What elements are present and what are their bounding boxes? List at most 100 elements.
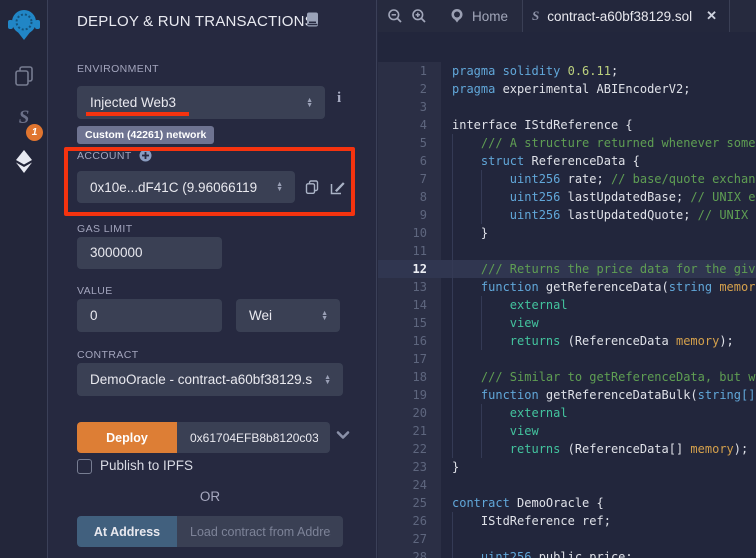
edit-account-icon[interactable]: [328, 178, 346, 196]
code-line[interactable]: 20 external: [378, 404, 756, 422]
code-line[interactable]: 17: [378, 350, 756, 368]
code-text[interactable]: [441, 530, 756, 548]
code-line[interactable]: 4interface IStdReference {: [378, 116, 756, 134]
code-line[interactable]: 7 uint256 rate; // base/quote exchange r…: [378, 170, 756, 188]
line-number[interactable]: 6: [378, 152, 441, 170]
line-number[interactable]: 13: [378, 278, 441, 296]
line-number[interactable]: 21: [378, 422, 441, 440]
code-line[interactable]: 10 }: [378, 224, 756, 242]
line-number[interactable]: 8: [378, 188, 441, 206]
code-line[interactable]: 2pragma experimental ABIEncoderV2;: [378, 80, 756, 98]
code-text[interactable]: view: [441, 422, 756, 440]
line-number[interactable]: 20: [378, 404, 441, 422]
code-line[interactable]: 15 view: [378, 314, 756, 332]
line-number[interactable]: 16: [378, 332, 441, 350]
line-number[interactable]: 23: [378, 458, 441, 476]
deploy-constructor-arg-input[interactable]: [177, 422, 330, 453]
code-text[interactable]: pragma experimental ABIEncoderV2;: [441, 80, 756, 98]
code-line[interactable]: 3: [378, 98, 756, 116]
code-text[interactable]: /// Returns the price data for the given…: [441, 260, 756, 278]
line-number[interactable]: 12: [378, 260, 441, 278]
line-number[interactable]: 15: [378, 314, 441, 332]
info-icon[interactable]: i: [337, 90, 341, 107]
code-text[interactable]: }: [441, 458, 756, 476]
publish-ipfs-checkbox[interactable]: [77, 459, 92, 474]
code-line[interactable]: 5 /// A structure returned whenever some…: [378, 134, 756, 152]
code-line[interactable]: 12 /// Returns the price data for the gi…: [378, 260, 756, 278]
code-line[interactable]: 8 uint256 lastUpdatedBase; // UNIX epoch…: [378, 188, 756, 206]
close-tab-icon[interactable]: ✕: [706, 8, 717, 24]
line-number[interactable]: 24: [378, 476, 441, 494]
value-input[interactable]: [77, 299, 222, 332]
documentation-book-icon[interactable]: [304, 11, 321, 28]
at-address-button[interactable]: At Address: [77, 516, 177, 547]
line-number[interactable]: 4: [378, 116, 441, 134]
line-number[interactable]: 18: [378, 368, 441, 386]
code-text[interactable]: pragma solidity 0.6.11;: [441, 62, 756, 80]
line-number[interactable]: 3: [378, 98, 441, 116]
code-line[interactable]: 1pragma solidity 0.6.11;: [378, 62, 756, 80]
line-number[interactable]: 14: [378, 296, 441, 314]
file-explorer-icon[interactable]: [12, 64, 36, 88]
code-line[interactable]: 16 returns (ReferenceData memory);: [378, 332, 756, 350]
remix-logo-icon[interactable]: [6, 6, 42, 42]
code-text[interactable]: view: [441, 314, 756, 332]
line-number[interactable]: 9: [378, 206, 441, 224]
code-line[interactable]: 11: [378, 242, 756, 260]
add-account-plus-icon[interactable]: [139, 149, 152, 162]
code-text[interactable]: uint256 lastUpdatedQuote; // UNIX epoch …: [441, 206, 756, 224]
code-text[interactable]: contract DemoOracle {: [441, 494, 756, 512]
gas-limit-input[interactable]: [77, 237, 222, 269]
copy-account-icon[interactable]: [303, 178, 321, 196]
line-number[interactable]: 25: [378, 494, 441, 512]
value-unit-select[interactable]: Wei ▲▼: [236, 299, 340, 332]
code-text[interactable]: interface IStdReference {: [441, 116, 756, 134]
account-select[interactable]: 0x10e...dF41C (9.96066119 ▲▼: [77, 171, 295, 203]
code-text[interactable]: struct ReferenceData {: [441, 152, 756, 170]
code-text[interactable]: function getReferenceDataBulk(string[] m…: [441, 386, 756, 404]
code-line[interactable]: 6 struct ReferenceData {: [378, 152, 756, 170]
line-number[interactable]: 5: [378, 134, 441, 152]
code-text[interactable]: returns (ReferenceData[] memory);: [441, 440, 756, 458]
line-number[interactable]: 17: [378, 350, 441, 368]
at-address-input[interactable]: [177, 516, 343, 547]
tab-home[interactable]: Home: [431, 0, 522, 32]
line-number[interactable]: 22: [378, 440, 441, 458]
zoom-out-icon[interactable]: [383, 0, 407, 32]
code-line[interactable]: 27: [378, 530, 756, 548]
line-number[interactable]: 28: [378, 548, 441, 558]
code-text[interactable]: uint256 public price;: [441, 548, 756, 558]
code-line[interactable]: 25contract DemoOracle {: [378, 494, 756, 512]
line-number[interactable]: 27: [378, 530, 441, 548]
code-text[interactable]: IStdReference ref;: [441, 512, 756, 530]
line-number[interactable]: 2: [378, 80, 441, 98]
line-number[interactable]: 7: [378, 170, 441, 188]
code-text[interactable]: [441, 242, 756, 260]
code-line[interactable]: 21 view: [378, 422, 756, 440]
line-number[interactable]: 19: [378, 386, 441, 404]
code-line[interactable]: 13 function getReferenceData(string memo…: [378, 278, 756, 296]
code-line[interactable]: 24: [378, 476, 756, 494]
code-line[interactable]: 18 /// Similar to getReferenceData, but …: [378, 368, 756, 386]
deploy-run-icon[interactable]: [11, 148, 37, 174]
code-line[interactable]: 23}: [378, 458, 756, 476]
code-text[interactable]: /// A structure returned whenever someon…: [441, 134, 756, 152]
code-text[interactable]: /// Similar to getReferenceData, but wit…: [441, 368, 756, 386]
chevron-down-icon[interactable]: [335, 427, 351, 443]
code-text[interactable]: [441, 350, 756, 368]
code-line[interactable]: 19 function getReferenceDataBulk(string[…: [378, 386, 756, 404]
code-line[interactable]: 26 IStdReference ref;: [378, 512, 756, 530]
code-text[interactable]: uint256 rate; // base/quote exchange rat…: [441, 170, 756, 188]
code-text[interactable]: returns (ReferenceData memory);: [441, 332, 756, 350]
zoom-in-icon[interactable]: [407, 0, 431, 32]
code-text[interactable]: external: [441, 404, 756, 422]
line-number[interactable]: 1: [378, 62, 441, 80]
code-text[interactable]: [441, 476, 756, 494]
line-number[interactable]: 26: [378, 512, 441, 530]
code-text[interactable]: external: [441, 296, 756, 314]
line-number[interactable]: 10: [378, 224, 441, 242]
code-area[interactable]: 1pragma solidity 0.6.11;2pragma experime…: [378, 32, 756, 558]
code-line[interactable]: 9 uint256 lastUpdatedQuote; // UNIX epoc…: [378, 206, 756, 224]
code-text[interactable]: }: [441, 224, 756, 242]
code-text[interactable]: uint256 lastUpdatedBase; // UNIX epoch o…: [441, 188, 756, 206]
